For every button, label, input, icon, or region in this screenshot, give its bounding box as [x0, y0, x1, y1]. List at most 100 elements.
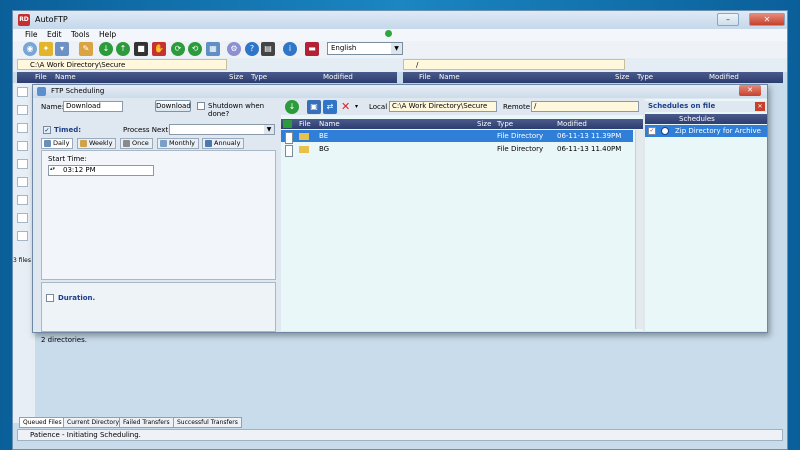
menu-help[interactable]: Help	[99, 30, 116, 39]
file-row[interactable]: BE File Directory 06-11-13 11.39PM	[281, 130, 633, 144]
stop-icon[interactable]: ■	[134, 42, 148, 56]
spinner-icon[interactable]: ▴▾	[50, 167, 57, 174]
file-row[interactable]: BG File Directory 06-11-13 11.40PM	[281, 143, 633, 157]
menu-edit[interactable]: Edit	[47, 30, 62, 39]
row-checkbox[interactable]	[17, 105, 28, 115]
grid-icon[interactable]: ▦	[206, 42, 220, 56]
tab-successful-transfers[interactable]: Successful Transfers	[173, 417, 242, 428]
shutdown-checkbox[interactable]	[197, 102, 205, 110]
col-file[interactable]: File	[419, 72, 431, 83]
row-checkbox[interactable]	[17, 123, 28, 133]
process-next-label: Process Next:	[123, 126, 171, 134]
name-input[interactable]: Download	[63, 101, 123, 112]
col-modified[interactable]: Modified	[323, 72, 353, 83]
tab-failed-transfers[interactable]: Failed Transfers	[119, 417, 174, 428]
remote-path-input[interactable]: /	[403, 59, 625, 70]
file-type: File Directory	[497, 145, 544, 153]
menu-tools[interactable]: Tools	[71, 30, 89, 39]
minimize-button[interactable]: –	[717, 13, 739, 26]
dialog-local-path[interactable]: C:\A Work Directory\Secure	[389, 101, 497, 112]
start-time-input[interactable]: 03:12 PM	[48, 165, 154, 176]
schedule-row[interactable]: ✓ Zip Directory for Archive	[645, 125, 767, 137]
row-checkbox[interactable]	[17, 177, 28, 187]
col-name[interactable]: Name	[319, 119, 340, 129]
dialog-remote-path[interactable]: /	[531, 101, 639, 112]
vertical-scrollbar[interactable]	[635, 130, 643, 329]
row-checkbox[interactable]	[17, 231, 28, 241]
dialog-close-button[interactable]: ✕	[739, 85, 761, 96]
flag-icon: ▬	[305, 42, 319, 56]
schedule-tab-content: Start Time: 03:12 PM ▴▾	[41, 150, 276, 280]
tab-daily[interactable]: Daily	[41, 138, 74, 149]
duration-label: Duration.	[58, 294, 96, 302]
folder-icon	[299, 146, 309, 153]
row-checkbox[interactable]	[17, 87, 28, 97]
tab-queued-files[interactable]: Queued Files	[19, 417, 66, 428]
local-path-input[interactable]: C:\A Work Directory\Secure	[17, 59, 227, 70]
connect-icon[interactable]: ◉	[23, 42, 37, 56]
terminal-icon[interactable]: ▤	[261, 42, 275, 56]
tab-current-directory[interactable]: Current Directory	[63, 417, 124, 428]
col-file[interactable]: File	[35, 72, 47, 83]
timed-checkbox[interactable]: ✓	[43, 126, 51, 134]
settings-icon[interactable]: ⚙	[227, 42, 241, 56]
tab-once[interactable]: Once	[120, 138, 153, 149]
header-check-icon[interactable]	[283, 120, 292, 128]
tab-annualy[interactable]: Annualy	[202, 138, 245, 149]
swap-icon[interactable]: ⇄	[323, 100, 337, 114]
row-checkbox[interactable]	[17, 159, 28, 169]
col-file[interactable]: File	[299, 119, 311, 129]
schedule-checkbox[interactable]: ✓	[648, 127, 656, 135]
col-schedules[interactable]: Schedules	[679, 114, 715, 124]
download-icon[interactable]: ↓	[99, 42, 113, 56]
col-type[interactable]: Type	[637, 72, 653, 83]
shutdown-label: Shutdown when done?	[208, 102, 265, 118]
download-icon[interactable]: ↓	[285, 100, 299, 114]
help-icon[interactable]: ?	[245, 42, 259, 56]
col-type[interactable]: Type	[251, 72, 267, 83]
col-size[interactable]: Size	[229, 72, 243, 83]
col-type[interactable]: Type	[497, 119, 513, 129]
download-type-button[interactable]: Download	[155, 100, 191, 112]
path-bar: C:\A Work Directory\Secure /	[13, 58, 787, 72]
info-icon[interactable]: i	[283, 42, 297, 56]
col-size[interactable]: Size	[477, 119, 491, 129]
row-checkbox[interactable]	[17, 141, 28, 151]
file-count: 3 files	[13, 257, 31, 264]
schedule-name: Zip Directory for Archive	[675, 127, 761, 135]
chevron-down-icon[interactable]: ▼	[391, 43, 402, 54]
col-size[interactable]: Size	[615, 72, 629, 83]
remote-file-header: File Name Size Type Modified	[403, 72, 783, 83]
upload-icon[interactable]: ↑	[116, 42, 130, 56]
process-next-select[interactable]	[169, 124, 275, 135]
col-modified[interactable]: Modified	[709, 72, 739, 83]
edit-icon[interactable]: ✎	[79, 42, 93, 56]
col-modified[interactable]: Modified	[557, 119, 587, 129]
duration-checkbox[interactable]	[46, 294, 54, 302]
chevron-down-icon[interactable]: ▼	[264, 125, 274, 134]
close-button[interactable]: ✕	[749, 13, 785, 26]
row-checkbox[interactable]	[17, 195, 28, 205]
hand-icon[interactable]: ✋	[152, 42, 166, 56]
wizard-icon[interactable]: ✦	[39, 42, 53, 56]
menu-bar: File Edit Tools Help	[13, 29, 787, 41]
schedules-header: Schedules	[645, 114, 767, 124]
delete-icon[interactable]: ✕	[341, 100, 350, 113]
tab-label: Annualy	[214, 139, 241, 147]
row-checkbox[interactable]	[17, 213, 28, 223]
tab-monthly[interactable]: Monthly	[157, 138, 200, 149]
save-icon[interactable]: ▣	[307, 100, 321, 114]
col-name[interactable]: Name	[55, 72, 76, 83]
tab-label: Monthly	[169, 139, 196, 147]
close-icon[interactable]: ✕	[755, 102, 765, 111]
chevron-down-icon[interactable]: ▾	[355, 103, 358, 110]
col-name[interactable]: Name	[439, 72, 460, 83]
menu-file[interactable]: File	[25, 30, 38, 39]
row-checkbox[interactable]	[285, 145, 293, 157]
sync-remote-icon[interactable]: ⟲	[188, 42, 202, 56]
profile-icon[interactable]: ▾	[55, 42, 69, 56]
dialog-toolbar: ↓ ▣ ⇄ ✕ ▾ Local C:\A Work Directory\Secu…	[281, 99, 643, 115]
sync-icon[interactable]: ⟳	[171, 42, 185, 56]
tab-weekly[interactable]: Weekly	[77, 138, 117, 149]
folder-icon	[299, 133, 309, 140]
